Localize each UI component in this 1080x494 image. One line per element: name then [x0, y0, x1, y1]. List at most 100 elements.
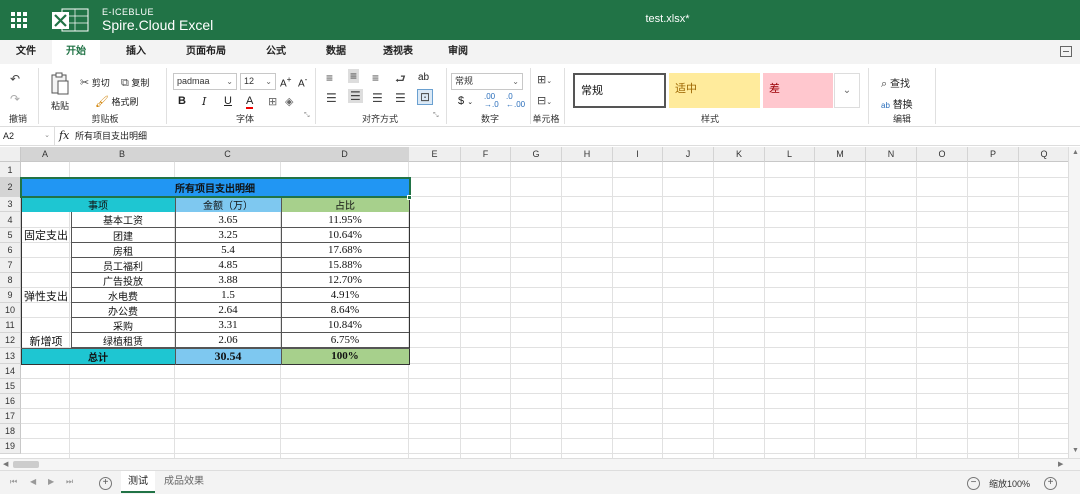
last-sheet-icon[interactable]: ⏭ [66, 477, 73, 487]
row-header[interactable]: 14 [0, 364, 21, 379]
font-size-select[interactable]: 12 ⌄ [240, 73, 276, 90]
tab-pivot[interactable]: 透视表 [372, 40, 424, 64]
decrease-decimal-icon[interactable]: .0 ←.00 [506, 93, 525, 109]
column-header[interactable]: K [714, 147, 765, 162]
column-header[interactable]: I [613, 147, 663, 162]
row-header[interactable]: 12 [0, 333, 21, 348]
column-header[interactable]: L [765, 147, 815, 162]
column-header[interactable]: E [409, 147, 461, 162]
align-right-icon[interactable]: ☰ [372, 91, 383, 105]
table-cell-amount[interactable]: 2.64 [175, 303, 281, 318]
tab-file[interactable]: 文件 [4, 40, 48, 64]
column-header[interactable]: A [21, 147, 70, 162]
number-format-select[interactable]: 常规 ⌄ [451, 73, 523, 90]
function-icon[interactable]: fx [59, 129, 69, 142]
style-bad[interactable]: 差 [763, 73, 833, 108]
row-header[interactable]: 5 [0, 228, 21, 243]
column-header[interactable]: B [70, 147, 175, 162]
sheet-tab-test[interactable]: 测试 [121, 471, 155, 493]
row-header[interactable]: 1 [0, 162, 21, 178]
align-center-icon[interactable]: ☰ [348, 89, 363, 103]
delete-cells-icon[interactable]: ⊟⌄ [537, 94, 552, 107]
zoom-in-icon[interactable]: + [1044, 477, 1057, 490]
table-cell-amount[interactable]: 3.25 [175, 228, 281, 243]
row-header[interactable]: 2 [0, 178, 21, 197]
column-header[interactable]: H [562, 147, 613, 162]
table-cell-ratio[interactable]: 10.84% [281, 318, 409, 333]
column-header[interactable]: Q [1019, 147, 1070, 162]
paste-label[interactable]: 粘贴 [51, 99, 69, 112]
column-header[interactable]: D [281, 147, 409, 162]
row-header[interactable]: 16 [0, 394, 21, 409]
table-cell-ratio[interactable]: 10.64% [281, 228, 409, 243]
paste-icon[interactable] [50, 72, 70, 96]
insert-cells-icon[interactable]: ⊞⌄ [537, 73, 552, 86]
table-cell-name[interactable]: 员工福利 [71, 258, 175, 273]
column-header[interactable]: G [511, 147, 562, 162]
align-top-icon[interactable]: ≡ [326, 71, 333, 85]
table-cell-name[interactable]: 广告投放 [71, 273, 175, 288]
decrease-font-icon[interactable]: A- [298, 74, 307, 89]
scroll-left-icon[interactable]: ◀ [3, 460, 8, 468]
format-painter-button[interactable]: 🖌 格式刷 [95, 95, 139, 108]
row-header[interactable]: 19 [0, 439, 21, 454]
sheet-tab-result[interactable]: 成品效果 [159, 471, 209, 493]
tab-data[interactable]: 数据 [312, 40, 360, 64]
align-dialog-icon[interactable]: ⤡ [433, 112, 439, 120]
table-cell-ratio[interactable]: 6.75% [281, 333, 409, 348]
styles-expand-chevron-icon[interactable]: ⌄ [834, 73, 860, 108]
header-ratio[interactable]: 占比 [281, 197, 409, 212]
group-fixed[interactable]: 固定支出 [21, 212, 71, 258]
group-flexible[interactable]: 弹性支出 [21, 258, 71, 333]
increase-font-icon[interactable]: A+ [280, 74, 292, 89]
table-cell-name[interactable]: 房租 [71, 243, 175, 258]
row-header[interactable]: 17 [0, 409, 21, 424]
cut-button[interactable]: ✂ 剪切 [80, 76, 110, 89]
prev-sheet-icon[interactable]: ◀ [30, 477, 36, 486]
merge-cells-icon[interactable]: ⊡ [417, 89, 434, 105]
align-left-icon[interactable]: ☰ [326, 91, 337, 105]
align-middle-icon[interactable]: ≡ [348, 69, 360, 83]
font-color-button[interactable]: A [246, 95, 254, 109]
border-icon[interactable]: ⊞ [268, 95, 277, 108]
font-dialog-icon[interactable]: ⤡ [304, 112, 310, 120]
underline-button[interactable]: U [224, 95, 232, 107]
table-cell-ratio[interactable]: 15.88% [281, 258, 409, 273]
style-normal[interactable]: 常规 [573, 73, 666, 108]
row-header[interactable]: 11 [0, 318, 21, 333]
first-sheet-icon[interactable]: ⏮ [10, 477, 17, 487]
column-header[interactable]: F [461, 147, 511, 162]
tab-review[interactable]: 审阅 [434, 40, 482, 64]
redo-icon[interactable]: ↷ [10, 92, 20, 106]
formula-input[interactable]: 所有项目支出明细 [75, 127, 147, 145]
scroll-up-icon[interactable]: ▲ [1072, 149, 1079, 156]
fill-color-icon[interactable]: ◈ [285, 95, 293, 108]
horizontal-scrollbar[interactable]: ◀ ▶ [0, 458, 1080, 470]
copy-button[interactable]: ⧉ 复制 [121, 76, 149, 90]
wrap-text-icon[interactable]: ⮐ [395, 70, 406, 91]
vertical-scrollbar[interactable]: ▲ ▼ [1068, 147, 1080, 458]
row-header[interactable]: 18 [0, 424, 21, 439]
table-cell-name[interactable]: 基本工资 [71, 212, 175, 228]
spreadsheet-grid[interactable]: ABCDEFGHIJKLMNOPQ 1 2 3 4 5 6 7 8 9 10 11 12 13 14 15 1… [0, 147, 1080, 458]
row-header[interactable]: 3 [0, 197, 21, 212]
table-cell-amount[interactable]: 5.4 [175, 243, 281, 258]
table-cell-name[interactable]: 办公费 [71, 303, 175, 318]
ribbon-collapse-icon[interactable] [1060, 46, 1072, 57]
table-cell-amount[interactable]: 1.5 [175, 288, 281, 303]
tab-page-layout[interactable]: 页面布局 [175, 40, 237, 64]
next-sheet-icon[interactable]: ▶ [48, 477, 54, 486]
scroll-right-icon[interactable]: ▶ [1058, 460, 1063, 468]
row-header[interactable]: 9 [0, 288, 21, 303]
group-new[interactable]: 新增项 [21, 333, 71, 348]
column-header[interactable]: M [815, 147, 866, 162]
table-cell-name[interactable]: 采购 [71, 318, 175, 333]
select-all-corner[interactable] [0, 147, 21, 162]
table-cell-ratio[interactable]: 8.64% [281, 303, 409, 318]
name-box[interactable]: A2 ⌄ [0, 127, 55, 145]
table-title[interactable]: 所有项目支出明细 [21, 178, 409, 197]
italic-button[interactable]: I [202, 95, 206, 108]
row-header[interactable]: 7 [0, 258, 21, 273]
increase-decimal-icon[interactable]: .00 →.0 [484, 93, 499, 109]
table-cell-ratio[interactable]: 11.95% [281, 212, 409, 228]
